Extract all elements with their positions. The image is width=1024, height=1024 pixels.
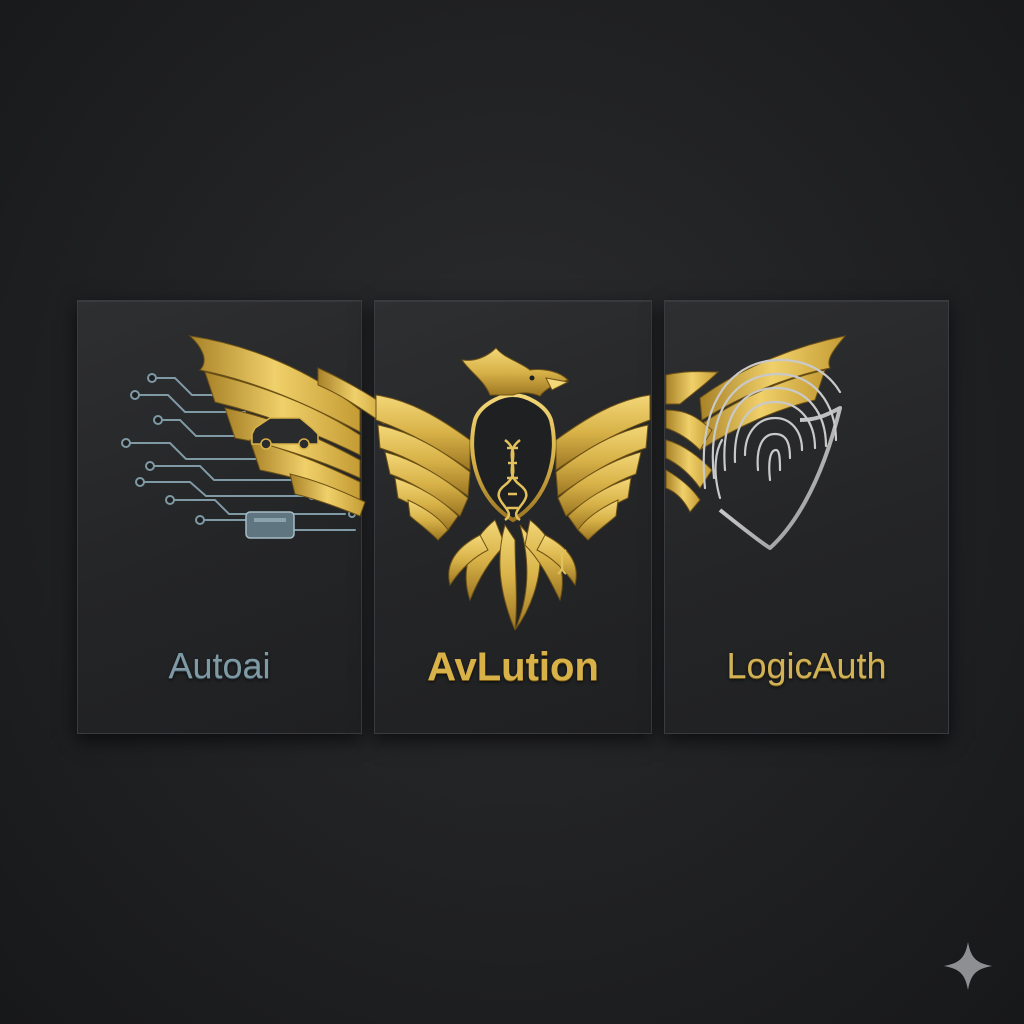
autoai-panel: Autoai <box>77 300 362 734</box>
sparkle-icon <box>944 942 992 990</box>
logicauth-panel: LogicAuth <box>664 300 949 734</box>
autoai-label: Autoai <box>168 645 271 686</box>
avlution-label: AvLution <box>427 645 599 689</box>
logicauth-label: LogicAuth <box>726 645 887 686</box>
avlution-panel: AvLution <box>374 300 652 734</box>
logo-scene: Autoai AvLution LogicAuth <box>0 0 1024 1024</box>
